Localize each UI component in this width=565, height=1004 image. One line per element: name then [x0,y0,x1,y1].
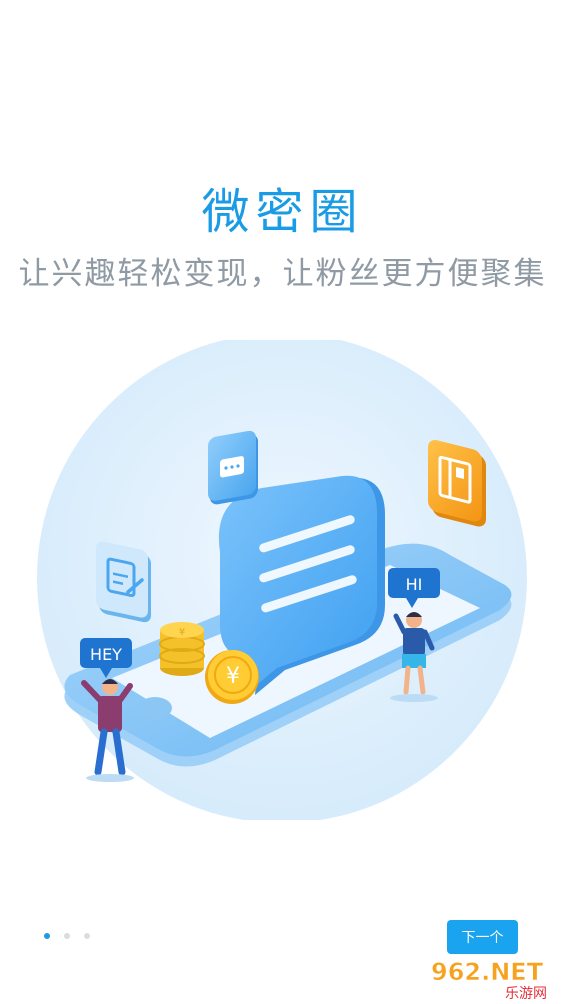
page-dot-3[interactable] [84,933,90,939]
yuan-coin: ¥ [205,650,259,704]
svg-text:¥: ¥ [226,664,240,689]
onboarding-illustration: ¥ ¥ HEY HI [37,340,527,820]
watermark-logo: 962.NET 乐游网 [431,958,547,1002]
page-dot-1[interactable] [44,933,50,939]
watermark-brand: 962.NET [431,958,544,986]
next-button[interactable]: 下一个 [447,920,518,954]
chat-icon [208,430,258,505]
svg-text:¥: ¥ [179,627,185,638]
page-title: 微密圈 [201,184,364,240]
book-icon [428,439,486,527]
document-edit-icon [96,541,151,623]
svg-text:HEY: HEY [90,645,122,664]
watermark-sub: 乐游网 [505,986,547,1002]
page-indicator [44,933,90,939]
svg-text:HI: HI [406,575,423,594]
coin-stack: ¥ [159,622,205,676]
page-dot-2[interactable] [64,933,70,939]
page-subtitle: 让兴趣轻松变现，让粉丝更方便聚集 [18,256,547,292]
